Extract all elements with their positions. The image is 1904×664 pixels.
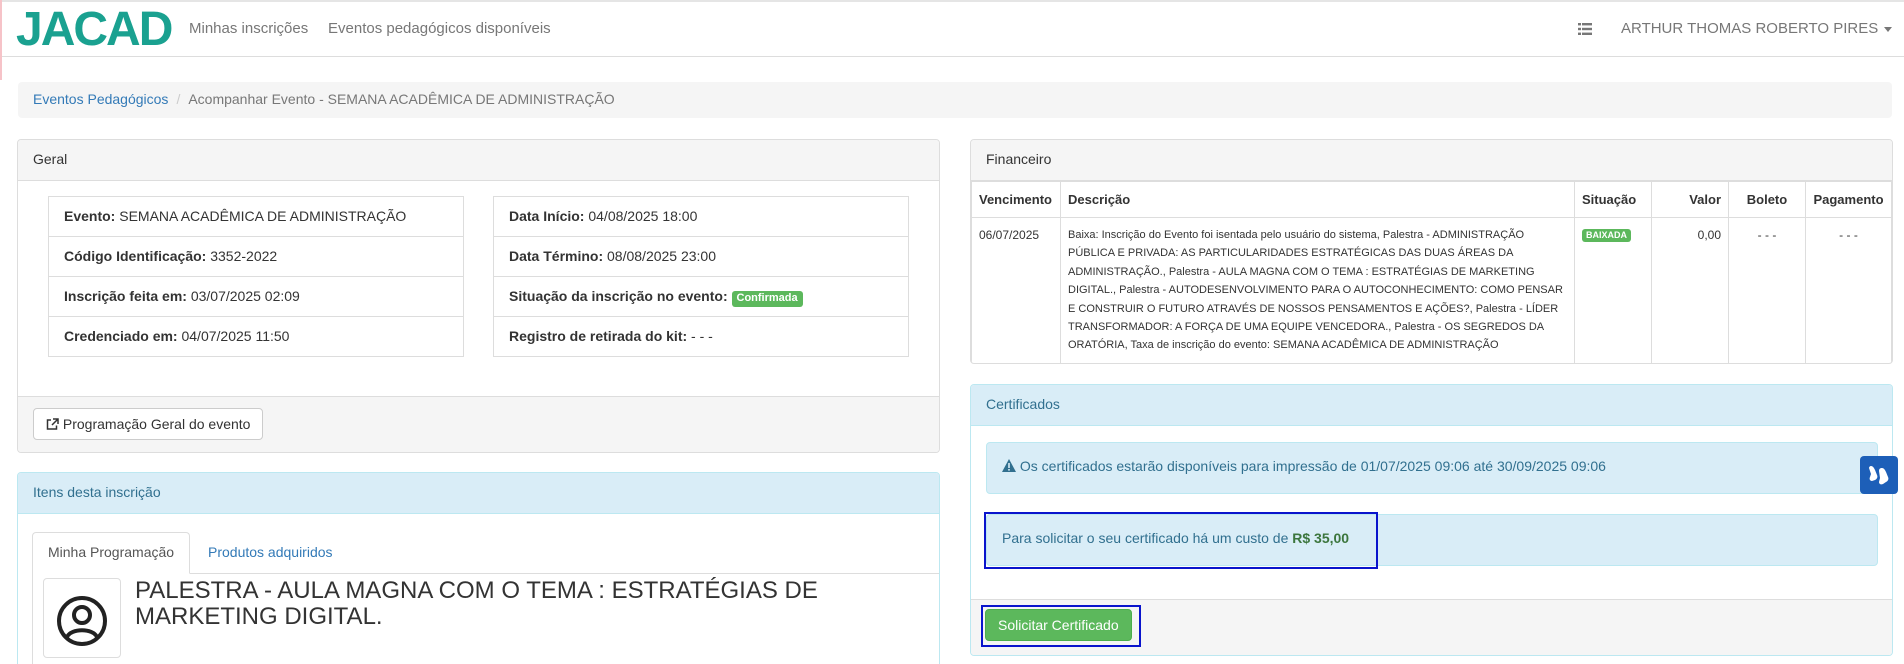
brand-text: JACAD	[16, 3, 173, 56]
button-label: Programação Geral do evento	[62, 416, 251, 432]
info-label: Inscrição feita em:	[64, 288, 187, 304]
info-label: Evento:	[64, 208, 116, 224]
info-value: - - -	[691, 328, 713, 344]
breadcrumb-link-eventos[interactable]: Eventos Pedagógicos	[33, 91, 168, 107]
itens-panel: Itens desta inscrição Minha Programação …	[17, 472, 940, 664]
list-icon[interactable]	[1578, 23, 1592, 35]
financeiro-panel-title: Financeiro	[971, 140, 1892, 181]
caret-down-icon	[1884, 26, 1893, 32]
info-label: Código Identificação:	[64, 248, 207, 264]
cell-situacao: BAIXADA	[1574, 217, 1652, 363]
info-label: Registro de retirada do kit:	[509, 328, 688, 344]
cost-highlight-box	[984, 512, 1378, 569]
cell-pagamento: - - -	[1805, 217, 1892, 363]
info-label: Credenciado em:	[64, 328, 178, 344]
info-data-termino: Data Término: 08/08/2025 23:00	[493, 236, 909, 277]
info-codigo: Código Identificação: 3352-2022	[48, 236, 464, 277]
certificados-panel: Certificados Os certificados estarão dis…	[970, 384, 1893, 656]
financeiro-panel: Financeiro Vencimento Descrição Situação…	[970, 139, 1893, 364]
table-row: 06/07/2025 Baixa: Inscrição do Evento fo…	[971, 217, 1892, 363]
user-menu[interactable]: ARTHUR THOMAS ROBERTO PIRES	[1621, 20, 1893, 37]
info-credenciado: Credenciado em: 04/07/2025 11:50	[48, 316, 464, 357]
info-value: 3352-2022	[210, 248, 278, 264]
cell-boleto: - - -	[1728, 217, 1806, 363]
info-situacao: Situação da inscrição no evento: Confirm…	[493, 276, 909, 317]
button-highlight-box	[981, 605, 1141, 647]
status-badge: BAIXADA	[1582, 229, 1632, 242]
col-situacao: Situação	[1574, 181, 1652, 218]
user-name: ARTHUR THOMAS ROBERTO PIRES	[1621, 20, 1879, 37]
jacad-logo[interactable]: JACAD	[16, 6, 173, 54]
col-boleto: Boleto	[1728, 181, 1806, 218]
tab-content: PALESTRA - AULA MAGNA COM O TEMA : ESTRA…	[32, 573, 939, 664]
col-vencimento: Vencimento	[971, 181, 1061, 218]
nav-eventos-disponiveis[interactable]: Eventos pedagógicos disponíveis	[328, 20, 551, 37]
info-label: Data Início:	[509, 208, 585, 224]
hands-icon	[1869, 466, 1889, 485]
left-edge-marker	[0, 0, 2, 80]
breadcrumb-current: Acompanhar Evento - SEMANA ACADÊMICA DE …	[188, 91, 615, 107]
top-navbar: JACAD Minhas inscrições Eventos pedagógi…	[0, 0, 1904, 57]
availability-text: Os certificados estarão disponíveis para…	[1019, 458, 1606, 474]
tab-produtos-adquiridos[interactable]: Produtos adquiridos	[192, 532, 349, 574]
geral-right-list: Data Início: 04/08/2025 18:00 Data Térmi…	[493, 196, 909, 357]
tab-minha-programacao[interactable]: Minha Programação	[32, 532, 191, 574]
certificados-panel-title: Certificados	[971, 385, 1892, 426]
info-label: Data Término:	[509, 248, 604, 264]
activity-title: PALESTRA - AULA MAGNA COM O TEMA : ESTRA…	[135, 577, 818, 630]
user-circle-icon	[57, 596, 107, 646]
geral-left-list: Evento: SEMANA ACADÊMICA DE ADMINISTRAÇÃ…	[48, 196, 464, 357]
accessibility-hands-icon[interactable]	[1860, 456, 1898, 494]
itens-panel-title: Itens desta inscrição	[18, 473, 939, 514]
col-valor: Valor	[1651, 181, 1729, 218]
table-header-row: Vencimento Descrição Situação Valor Bole…	[971, 181, 1892, 218]
breadcrumb-separator: /	[176, 91, 181, 107]
info-value: 03/07/2025 02:09	[190, 288, 300, 304]
availability-alert: Os certificados estarão disponíveis para…	[986, 442, 1878, 494]
info-kit: Registro de retirada do kit: - - -	[493, 316, 909, 357]
info-value: SEMANA ACADÊMICA DE ADMINISTRAÇÃO	[119, 208, 407, 224]
itens-tabs: Minha Programação Produtos adquiridos	[32, 532, 939, 574]
col-descricao: Descrição	[1060, 181, 1575, 218]
warning-icon	[1002, 459, 1016, 472]
col-pagamento: Pagamento	[1805, 181, 1892, 218]
cell-valor: 0,00	[1651, 217, 1729, 363]
status-badge: Confirmada	[731, 291, 803, 307]
info-value: 08/08/2025 23:00	[607, 248, 717, 264]
info-evento: Evento: SEMANA ACADÊMICA DE ADMINISTRAÇÃ…	[48, 196, 464, 237]
activity-thumbnail	[43, 578, 121, 658]
cell-descricao: Baixa: Inscrição do Evento foi isentada …	[1060, 217, 1575, 363]
info-inscricao: Inscrição feita em: 03/07/2025 02:09	[48, 276, 464, 317]
external-link-icon	[46, 418, 59, 430]
info-data-inicio: Data Início: 04/08/2025 18:00	[493, 196, 909, 237]
info-label: Situação da inscrição no evento:	[509, 288, 728, 304]
geral-panel: Geral Evento: SEMANA ACADÊMICA DE ADMINI…	[17, 139, 940, 453]
info-value: 04/07/2025 11:50	[181, 328, 290, 344]
breadcrumb: Eventos Pedagógicos / Acompanhar Evento - …	[18, 82, 1892, 118]
certificados-panel-footer: Solicitar Certificado	[971, 599, 1892, 655]
financeiro-table: Vencimento Descrição Situação Valor Bole…	[971, 181, 1892, 363]
cell-vencimento: 06/07/2025	[971, 217, 1061, 363]
geral-panel-title: Geral	[18, 140, 939, 181]
geral-panel-footer: Programação Geral do evento	[18, 396, 939, 452]
nav-minhas-inscricoes[interactable]: Minhas inscrições	[189, 20, 308, 37]
programacao-geral-button[interactable]: Programação Geral do evento	[33, 408, 264, 440]
info-value: 04/08/2025 18:00	[588, 208, 698, 224]
